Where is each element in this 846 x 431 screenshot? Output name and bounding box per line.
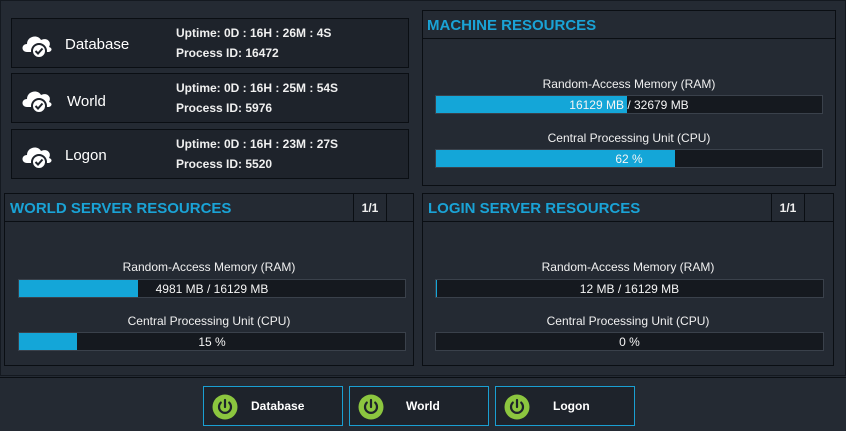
server-process-id: Process ID: 5520 <box>176 157 273 171</box>
server-uptime: Uptime: 0D : 16H : 26M : 4S <box>176 26 332 40</box>
server-card-world: World Uptime: 0D : 16H : 25M : 54S Proce… <box>11 73 409 123</box>
machine-resources-panel: MACHINE RESOURCES Random-Access Memory (… <box>422 10 836 186</box>
cloud-check-icon <box>22 147 52 170</box>
cloud-check-icon <box>22 36 52 59</box>
cpu-label: Central Processing Unit (CPU) <box>547 131 711 145</box>
button-label: Database <box>251 399 305 413</box>
panel-title: LOGIN SERVER RESOURCES <box>428 200 641 217</box>
panel-header: MACHINE RESOURCES <box>423 11 835 39</box>
ram-label: Random-Access Memory (RAM) <box>542 77 716 91</box>
cloud-check-icon <box>22 91 52 114</box>
cpu-usage-bar: 0 % <box>435 332 824 351</box>
panel-title: MACHINE RESOURCES <box>427 17 597 34</box>
server-name: Database <box>65 36 130 53</box>
world-resources-panel: WORLD SERVER RESOURCES 1/1 Random-Access… <box>4 193 414 366</box>
server-process-id: Process ID: 5976 <box>176 101 273 115</box>
cpu-label: Central Processing Unit (CPU) <box>127 314 291 328</box>
panel-title: WORLD SERVER RESOURCES <box>10 200 232 217</box>
page-indicator[interactable]: 1/1 <box>353 194 387 222</box>
panel-header: WORLD SERVER RESOURCES 1/1 <box>5 194 413 222</box>
start-database-button[interactable]: Database <box>203 386 343 426</box>
ram-usage-bar: 16129 MB / 32679 MB <box>435 95 823 114</box>
ram-label: Random-Access Memory (RAM) <box>541 260 715 274</box>
cpu-usage-text: 62 % <box>615 152 643 166</box>
ram-usage-text: 12 MB / 16129 MB <box>579 282 680 296</box>
server-name: Logon <box>65 147 107 164</box>
power-icon <box>358 394 384 420</box>
server-uptime: Uptime: 0D : 16H : 23M : 27S <box>176 137 339 151</box>
login-resources-panel: LOGIN SERVER RESOURCES 1/1 Random-Access… <box>422 193 834 366</box>
start-logon-button[interactable]: Logon <box>495 386 635 426</box>
server-process-id: Process ID: 16472 <box>176 46 279 60</box>
server-name: World <box>67 93 106 110</box>
button-label: World <box>406 399 440 413</box>
server-card-database: Database Uptime: 0D : 16H : 26M : 4S Pro… <box>11 18 409 68</box>
cpu-label: Central Processing Unit (CPU) <box>546 314 710 328</box>
cpu-usage-text: 0 % <box>619 335 640 349</box>
cpu-usage-bar: 15 % <box>18 332 406 351</box>
power-icon <box>504 394 530 420</box>
cpu-usage-bar: 62 % <box>435 149 823 168</box>
page-indicator[interactable]: 1/1 <box>771 194 805 222</box>
button-label: Logon <box>553 399 590 413</box>
panel-header: LOGIN SERVER RESOURCES 1/1 <box>423 194 833 222</box>
server-uptime: Uptime: 0D : 16H : 25M : 54S <box>176 81 339 95</box>
ram-usage-text: 16129 MB / 32679 MB <box>569 98 689 112</box>
power-icon <box>212 394 238 420</box>
ram-usage-text: 4981 MB / 16129 MB <box>155 282 269 296</box>
server-card-logon: Logon Uptime: 0D : 16H : 23M : 27S Proce… <box>11 129 409 179</box>
ram-label: Random-Access Memory (RAM) <box>122 260 296 274</box>
ram-usage-bar: 4981 MB / 16129 MB <box>18 279 406 298</box>
cpu-usage-text: 15 % <box>198 335 226 349</box>
start-world-button[interactable]: World <box>349 386 489 426</box>
ram-usage-bar: 12 MB / 16129 MB <box>435 279 824 298</box>
